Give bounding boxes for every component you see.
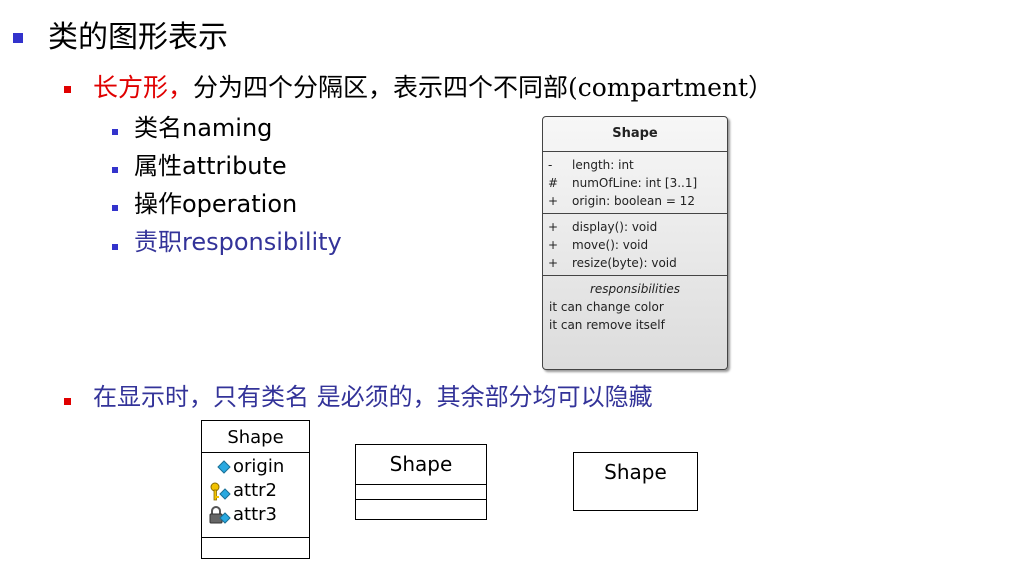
compartment-cn: 责职 [134, 228, 182, 256]
mini-class-name: Shape [227, 427, 284, 448]
uml-attributes: - length: int # numOfLine: int [3..1] + ori… [543, 152, 727, 213]
attribute-text: origin: boolean = 12 [572, 194, 695, 208]
visibility-marker: # [548, 176, 559, 190]
compartment-item-naming: 类名naming [134, 114, 272, 142]
visibility-marker: + [548, 256, 559, 270]
uml-class-box: Shape - length: int # numOfLine: int [3..1… [542, 116, 728, 370]
bullet-level3 [112, 205, 118, 211]
compartment-en: responsibility [182, 228, 342, 256]
uml-operation-row: + display(): void [543, 218, 727, 236]
responsibilities-title: responsibilities [589, 282, 680, 296]
attribute-label: attr3 [233, 504, 277, 525]
attribute-text: numOfLine: int [3..1] [572, 176, 698, 190]
mini-class-attributes: origin attr2 attr3 [202, 453, 309, 537]
bullet-level2 [64, 86, 71, 93]
attribute-row: origin [202, 455, 309, 479]
compartment-cn: 操作 [134, 190, 182, 218]
compartment-cn: 类名 [134, 114, 182, 142]
compartment-en: naming [182, 114, 273, 142]
mini-class-empty-compartments: Shape [355, 444, 487, 520]
visibility-marker: + [548, 194, 559, 208]
uml-attribute-row: # numOfLine: int [3..1] [543, 174, 727, 192]
visibility-marker: + [548, 220, 559, 234]
visibility-marker: + [548, 238, 559, 252]
attribute-label: origin [233, 456, 285, 477]
attribute-row: attr2 [202, 479, 309, 503]
uml-class-name: Shape [612, 126, 658, 141]
responsibility-line: it can change color [549, 300, 664, 314]
display-note: 在显示时，只有类名 是必须的，其余部分均可以隐藏 [93, 383, 653, 411]
uml-attribute-row: - length: int [543, 156, 727, 174]
compartment-item-responsibility: 责职responsibility [134, 228, 342, 256]
public-attribute-icon [208, 457, 234, 479]
divider [356, 499, 486, 500]
bullet-level2 [64, 398, 71, 405]
protected-attribute-icon [208, 481, 234, 503]
mini-class-with-attributes: Shape origin attr2 attr3 [201, 420, 310, 559]
operation-text: display(): void [572, 220, 658, 234]
compartment-en: attribute [182, 152, 287, 180]
responsibility-line: it can remove itself [549, 318, 665, 332]
compartment-en: operation [182, 190, 298, 218]
compartment-item-operation: 操作operation [134, 190, 297, 218]
empty-compartment [356, 485, 486, 499]
uml-operation-row: + move(): void [543, 236, 727, 254]
rect-description-line: 长方形，分为四个分隔区，表示四个不同部(compartment） [93, 73, 773, 103]
rect-paren: (compartment） [568, 73, 774, 102]
attribute-label: attr2 [233, 480, 277, 501]
bullet-level3 [112, 167, 118, 173]
visibility-marker: - [548, 158, 553, 172]
uml-operation-row: + resize(byte): void [543, 254, 727, 272]
rect-desc: 分为四个分隔区，表示四个不同部 [193, 73, 569, 102]
operation-text: resize(byte): void [572, 256, 677, 270]
attribute-text: length: int [572, 158, 634, 172]
uml-attribute-row: + origin: boolean = 12 [543, 192, 727, 210]
rect-label: 长方形， [93, 73, 194, 102]
mini-class-name: Shape [604, 460, 667, 484]
compartment-item-attribute: 属性attribute [134, 152, 287, 180]
uml-responsibilities: responsibilities it can change color it … [543, 276, 727, 338]
compartment-cn: 属性 [134, 152, 182, 180]
operation-text: move(): void [572, 238, 649, 252]
bullet-level1 [13, 33, 23, 43]
bullet-level3 [112, 244, 118, 250]
mini-class-name-only: Shape [573, 452, 698, 511]
divider [202, 537, 309, 538]
bullet-level3 [112, 129, 118, 135]
slide-heading: 类的图形表示 [48, 20, 228, 55]
attribute-row: attr3 [202, 503, 309, 527]
uml-operations: + display(): void + move(): void + resize(b… [543, 214, 727, 275]
mini-class-name: Shape [389, 452, 453, 476]
private-attribute-icon [208, 505, 234, 527]
